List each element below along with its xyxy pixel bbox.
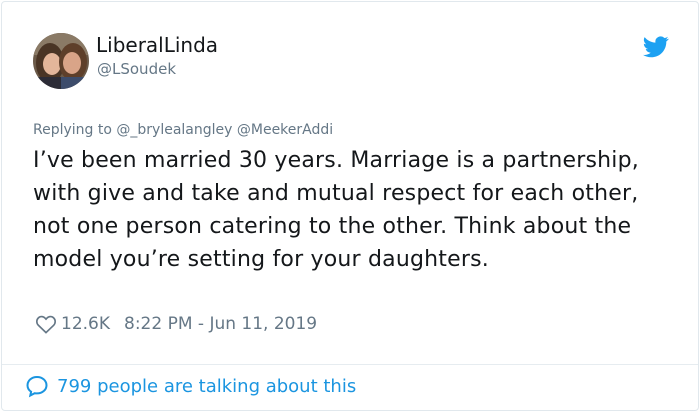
profile-photo: [33, 33, 89, 89]
divider: [2, 364, 698, 365]
conversation-label: 799 people are talking about this: [57, 375, 357, 397]
tweet-card: LiberalLinda @LSoudek Replying to @_bryl…: [1, 1, 699, 411]
reply-mention[interactable]: @MeekerAddi: [237, 122, 333, 138]
tweet-timestamp[interactable]: 8:22 PM - Jun 11, 2019: [124, 314, 317, 334]
like-count[interactable]: 12.6K: [61, 314, 110, 334]
twitter-bird-icon[interactable]: [643, 36, 669, 58]
speech-bubble-icon: [26, 375, 48, 398]
reply-mention[interactable]: @_brylealangley: [116, 122, 232, 138]
tweet-meta: 12.6K 8:22 PM - Jun 11, 2019: [35, 314, 317, 334]
conversation-link[interactable]: 799 people are talking about this: [25, 374, 356, 398]
reply-context: Replying to @_brylealangley @MeekerAddi: [33, 122, 333, 138]
reply-prefix: Replying to: [33, 122, 112, 138]
avatar[interactable]: [33, 33, 89, 89]
tweet-text: I’ve been married 30 years. Marriage is …: [33, 148, 639, 272]
author-display-name[interactable]: LiberalLinda: [96, 33, 218, 57]
author-handle[interactable]: @LSoudek: [97, 60, 176, 78]
heart-icon[interactable]: [35, 314, 57, 334]
